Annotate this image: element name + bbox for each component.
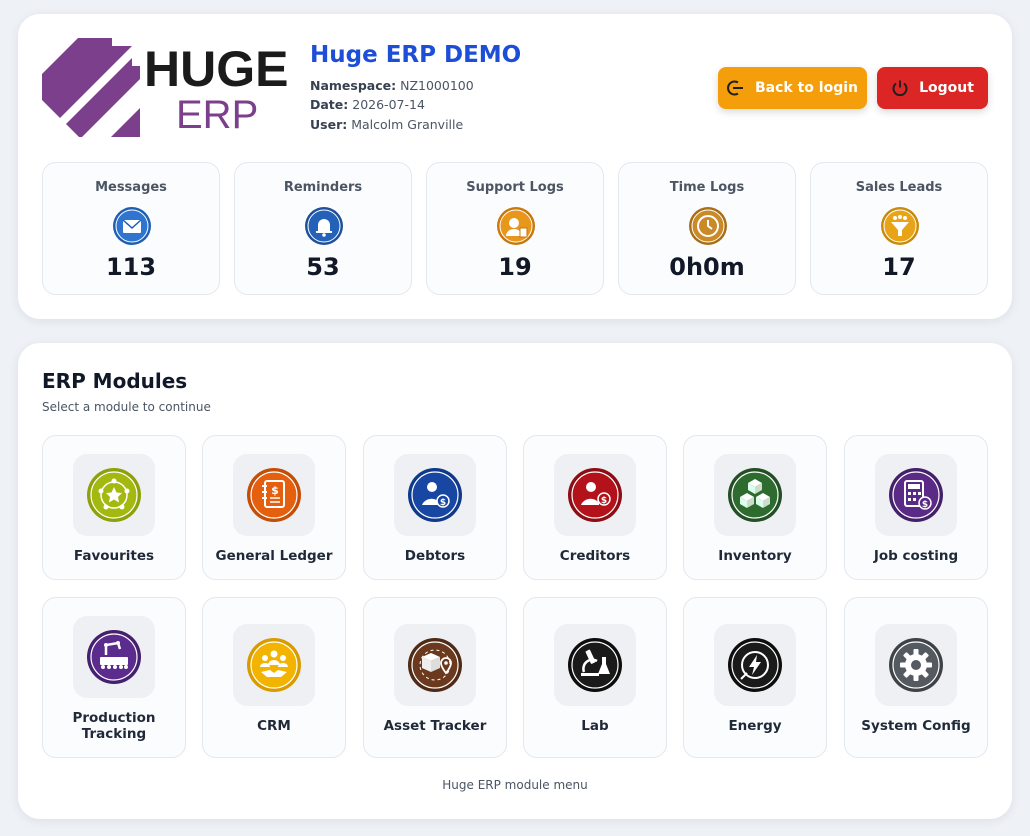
logout-arrow-icon: [727, 80, 743, 96]
tile-icon-box: [394, 624, 476, 706]
tile-icon-box: $: [394, 454, 476, 536]
module-production-tracking[interactable]: Production Tracking: [42, 597, 186, 758]
module-job-costing[interactable]: $ Job costing: [844, 435, 988, 580]
stat-label: Reminders: [283, 180, 363, 195]
funnel-icon: [881, 207, 919, 245]
stat-messages[interactable]: Messages 113: [42, 162, 220, 295]
microscope-icon: [568, 638, 622, 692]
tile-icon-box: [554, 624, 636, 706]
tile-icon-box: [73, 616, 155, 698]
namespace-value: NZ1000100: [400, 78, 474, 93]
module-debtors[interactable]: $ Debtors: [363, 435, 507, 580]
module-energy[interactable]: Energy: [683, 597, 827, 758]
module-label: Inventory: [718, 548, 792, 564]
module-label: Energy: [728, 718, 782, 734]
svg-text:$: $: [922, 500, 928, 510]
tile-icon-box: [73, 454, 155, 536]
module-system-config[interactable]: System Config: [844, 597, 988, 758]
svg-text:$: $: [440, 498, 446, 508]
module-label: System Config: [861, 718, 971, 734]
lightning-icon: [728, 638, 782, 692]
handshake-icon: [247, 638, 301, 692]
date-line: Date: 2026-07-14: [310, 97, 425, 112]
module-label: Asset Tracker: [383, 718, 487, 734]
module-label: Production Tracking: [72, 710, 156, 742]
module-asset-tracker[interactable]: Asset Tracker: [363, 597, 507, 758]
user-dollar-out-icon: $: [568, 468, 622, 522]
back-to-login-button[interactable]: Back to login: [718, 67, 867, 109]
star-network-icon: [87, 468, 141, 522]
logo-word-huge: HUGE: [144, 41, 288, 97]
envelope-icon: [113, 207, 151, 245]
stat-label: Sales Leads: [855, 180, 943, 195]
user-line: User: Malcolm Granville: [310, 117, 463, 132]
gear-icon: [889, 638, 943, 692]
module-label: CRM: [257, 718, 291, 734]
package-location-icon: [408, 638, 462, 692]
svg-text:$: $: [271, 484, 279, 497]
user-dollar-icon: $: [408, 468, 462, 522]
section-subtitle: Select a module to continue: [42, 400, 211, 414]
app-title: Huge ERP DEMO: [310, 42, 522, 68]
modules-card: ERP Modules Select a module to continue …: [18, 343, 1012, 819]
header-card: HUGE ERP Huge ERP DEMO Namespace: NZ1000…: [18, 14, 1012, 319]
section-title: ERP Modules: [42, 369, 188, 393]
stat-value: 0h0m: [669, 253, 745, 281]
namespace-line: Namespace: NZ1000100: [310, 78, 474, 93]
module-crm[interactable]: CRM: [202, 597, 346, 758]
module-general-ledger[interactable]: $ General Ledger: [202, 435, 346, 580]
tile-icon-box: [714, 454, 796, 536]
date-value: 2026-07-14: [352, 97, 425, 112]
bell-icon: [305, 207, 343, 245]
module-label: Creditors: [559, 548, 631, 564]
module-label: Job costing: [873, 548, 959, 564]
module-label: Favourites: [73, 548, 155, 564]
svg-text:$: $: [601, 496, 607, 506]
back-to-login-label: Back to login: [755, 80, 858, 96]
module-label: Debtors: [404, 548, 466, 564]
logo-word-erp: ERP: [176, 93, 258, 137]
stat-support-logs[interactable]: Support Logs 19: [426, 162, 604, 295]
logout-button[interactable]: Logout: [877, 67, 988, 109]
stat-value: 113: [105, 253, 157, 281]
footer-note: Huge ERP module menu: [442, 778, 588, 792]
huge-erp-logo: HUGE ERP: [42, 38, 292, 137]
user-value: Malcolm Granville: [351, 117, 464, 132]
logout-label: Logout: [919, 80, 974, 96]
tile-icon-box: $: [233, 454, 315, 536]
stat-value: 19: [498, 253, 532, 281]
stat-value: 53: [306, 253, 340, 281]
stat-label: Messages: [95, 180, 167, 195]
power-icon: [892, 80, 908, 97]
stat-value: 17: [882, 253, 916, 281]
module-creditors[interactable]: $ Creditors: [523, 435, 667, 580]
clock-icon: [689, 207, 727, 245]
stat-reminders[interactable]: Reminders 53: [234, 162, 412, 295]
module-label: General Ledger: [215, 548, 333, 564]
module-inventory[interactable]: Inventory: [683, 435, 827, 580]
ledger-book-icon: $: [247, 468, 301, 522]
tile-icon-box: [233, 624, 315, 706]
stat-time-logs[interactable]: Time Logs 0h0m: [618, 162, 796, 295]
user-label: User:: [310, 117, 348, 132]
module-favourites[interactable]: Favourites: [42, 435, 186, 580]
stat-label: Support Logs: [466, 180, 564, 195]
tile-icon-box: $: [554, 454, 636, 536]
tile-icon-box: [714, 624, 796, 706]
namespace-label: Namespace:: [310, 78, 397, 93]
calculator-icon: $: [889, 468, 943, 522]
robot-arm-icon: [87, 630, 141, 684]
module-lab[interactable]: Lab: [523, 597, 667, 758]
date-label: Date:: [310, 97, 349, 112]
boxes-icon: [728, 468, 782, 522]
tile-icon-box: $: [875, 454, 957, 536]
stat-label: Time Logs: [669, 180, 745, 195]
support-agent-icon: [497, 207, 535, 245]
tile-icon-box: [875, 624, 957, 706]
module-label: Lab: [581, 718, 609, 734]
stat-sales-leads[interactable]: Sales Leads 17: [810, 162, 988, 295]
